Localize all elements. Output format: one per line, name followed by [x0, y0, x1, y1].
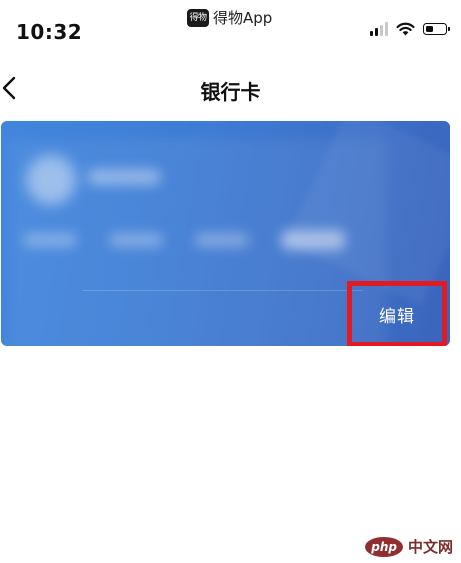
- card-number-last-group: [281, 230, 345, 250]
- card-number-group: [109, 233, 163, 247]
- bank-logo-icon: [26, 155, 76, 205]
- card-number-group: [195, 233, 249, 247]
- status-icons: [370, 22, 450, 36]
- bank-name-blurred: [87, 169, 161, 185]
- bank-card[interactable]: 编辑: [1, 121, 450, 346]
- php-logo: php: [365, 536, 403, 557]
- status-time: 10:32: [16, 20, 83, 44]
- card-divider: [83, 290, 363, 291]
- app-badge: 得物 得物App: [187, 7, 272, 28]
- edit-button[interactable]: 编辑: [347, 281, 447, 346]
- page-title: 银行卡: [200, 80, 261, 104]
- signal-bars-icon: [370, 22, 388, 36]
- battery-icon: [423, 23, 450, 35]
- wifi-icon: [396, 22, 415, 36]
- app-logo-icon: 得物: [187, 8, 209, 27]
- site-name: 中文网: [407, 538, 453, 556]
- app-name: 得物App: [213, 9, 273, 27]
- site-watermark: php 中文网: [365, 536, 453, 557]
- nav-bar: 银行卡: [0, 62, 461, 114]
- status-bar: 10:32 得物 得物App: [0, 0, 461, 56]
- card-number-group: [23, 233, 77, 247]
